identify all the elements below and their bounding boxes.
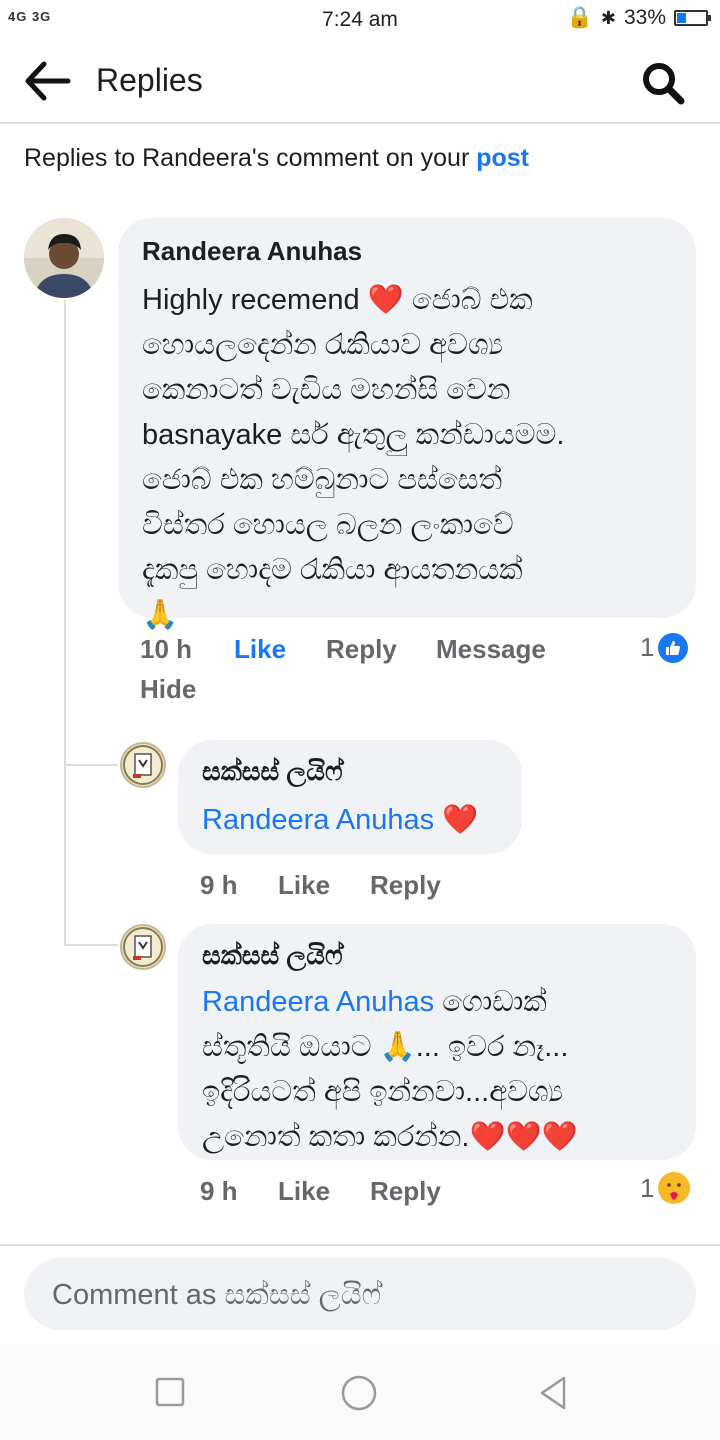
search-icon[interactable] xyxy=(638,58,688,106)
thread-line xyxy=(64,300,66,945)
comment-line: විස්තර හොයල බලන ලංකාවේ xyxy=(142,509,514,541)
mention-link[interactable]: Randeera Anuhas xyxy=(202,986,434,1018)
battery-icon xyxy=(674,10,711,26)
recent-apps-icon[interactable] xyxy=(154,1376,186,1408)
comment-input[interactable] xyxy=(50,1258,674,1332)
comment-bubble[interactable]: සක්සස් ලයිෆ් Randeera Anuhas ❤️ xyxy=(178,740,522,854)
comment-line: 🙏 xyxy=(142,599,179,631)
profile-photo-icon xyxy=(24,218,104,298)
comment-timestamp: 9 h xyxy=(200,1176,238,1206)
comment-line: ❤️ xyxy=(442,804,479,836)
like-button[interactable]: Like xyxy=(278,870,330,901)
comment-line: කෙනාටත් වැඩිය මහන්සි වෙන xyxy=(142,374,511,406)
hide-button[interactable]: Hide xyxy=(140,674,196,705)
page-logo-icon xyxy=(123,927,163,967)
avatar[interactable] xyxy=(120,742,166,788)
replies-context: Replies to Randeera's comment on your po… xyxy=(24,144,529,173)
status-icons: 🔒 ✱ 33% xyxy=(566,6,711,30)
comment-text: Randeera Anuhas ❤️ xyxy=(202,798,512,843)
status-bar: 4G 3G 7:24 am 🔒 ✱ 33% xyxy=(0,0,720,40)
reply-button[interactable]: Reply xyxy=(326,634,397,665)
comment-timestamp: 9 h xyxy=(200,870,238,900)
back-nav-icon[interactable] xyxy=(536,1374,570,1412)
thread-connector xyxy=(64,764,118,766)
comment-text: Randeera Anuhas ගොඩාක් ස්තූතියි ඔයාට 🙏..… xyxy=(202,980,688,1160)
comment-bubble[interactable]: Randeera Anuhas Highly recemend ❤️ ජොබ් … xyxy=(118,218,696,631)
mention-link[interactable]: Randeera Anuhas xyxy=(202,804,434,836)
avatar[interactable] xyxy=(120,924,166,970)
like-button[interactable]: Like xyxy=(278,1176,330,1207)
comment-line: උනොත් කතා කරන්න.❤️❤️❤️ xyxy=(202,1121,578,1153)
page-logo-icon xyxy=(123,745,163,785)
battery-percent: 33% xyxy=(623,6,666,29)
page-title: Replies xyxy=(96,62,203,98)
reply-button[interactable]: Reply xyxy=(370,1176,441,1207)
comment-composer[interactable] xyxy=(24,1258,696,1332)
reaction-count: 1 xyxy=(640,1172,655,1203)
comment-bubble[interactable]: සක්සස් ලයිෆ් Randeera Anuhas ගොඩාක් ස්තූ… xyxy=(178,924,696,1160)
reaction-count: 1 xyxy=(640,632,655,662)
home-icon[interactable] xyxy=(340,1374,378,1412)
comment-line: ජොබ් එක හම්බුනාට පස්සෙත් xyxy=(142,464,502,496)
replies-context-text: Replies to Randeera's comment on your xyxy=(24,144,477,172)
care-reaction-icon xyxy=(658,1172,691,1204)
comment-text: Highly recemend ❤️ ජොබ් එක හොයලදෙන්න රැක… xyxy=(142,278,682,638)
reply-button[interactable]: Reply xyxy=(370,870,441,901)
divider xyxy=(0,1244,720,1246)
comment-line: ඉදිරියටත් අපි ඉන්නවා...අවශ්‍ය xyxy=(202,1076,564,1108)
comment-line: හොයලදෙන්න රැකියාව අවශ්‍ය xyxy=(142,329,504,361)
post-link[interactable]: post xyxy=(476,144,529,172)
comment-author[interactable]: සක්සස් ලයිෆ් xyxy=(202,756,343,788)
vpn-icon: 🔒 xyxy=(566,6,593,29)
comment-author[interactable]: සක්සස් ලයිෆ් xyxy=(202,940,343,972)
comment-line: ස්තූතියි ඔයාට 🙏... ඉවර නෑ... xyxy=(202,1031,569,1063)
comment-actions: 10 h Like Reply Message Hide xyxy=(140,634,560,714)
comment-line: දැකපු හොදම රැකියා ආයතනයක් xyxy=(142,554,523,586)
system-nav-bar xyxy=(0,1344,720,1440)
comment-line: basnayake සර් ඇතුලු කන්ඩායමම. xyxy=(142,419,565,451)
comment-line: ගොඩාක් xyxy=(434,986,547,1018)
like-button[interactable]: Like xyxy=(234,634,286,665)
message-button[interactable]: Message xyxy=(436,634,546,665)
bluetooth-icon: ✱ xyxy=(600,7,616,28)
comment-line: Highly recemend ❤️ ජොබ් එක xyxy=(142,284,533,316)
comment-author[interactable]: Randeera Anuhas xyxy=(142,236,362,267)
app-header: Replies xyxy=(0,40,720,124)
reaction-summary[interactable]: 1 xyxy=(640,1172,691,1204)
avatar[interactable] xyxy=(24,218,104,298)
comment-actions: 9 h Like Reply xyxy=(200,1176,500,1212)
comment-timestamp: 10 h xyxy=(140,634,193,664)
arrow-left-icon[interactable] xyxy=(22,58,72,104)
thread-connector xyxy=(64,944,118,946)
comment-actions: 9 h Like Reply xyxy=(200,870,500,906)
reaction-summary[interactable]: 1 xyxy=(640,632,689,663)
like-reaction-icon xyxy=(658,632,689,663)
